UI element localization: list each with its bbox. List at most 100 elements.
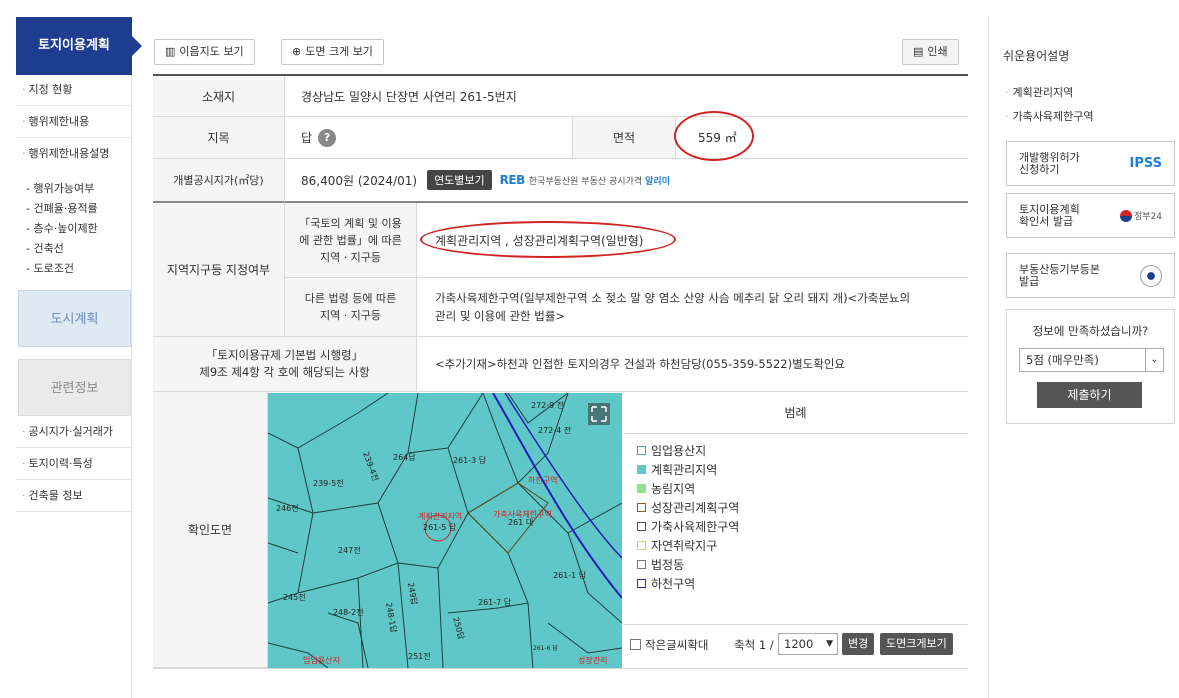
legend-swatch	[637, 464, 646, 474]
eum-map-button[interactable]: ▥ 이음지도 보기	[154, 39, 255, 65]
map-label-5: 261-3 답	[453, 455, 487, 465]
decree-value: <추가기재>하천과 인접한 토지의경우 건설과 하천담당(055-359-552…	[417, 337, 968, 392]
area-highlight-circle	[674, 111, 754, 161]
map-label-3: 239-4전	[361, 450, 381, 482]
map-label-1: 272-9 전	[531, 400, 564, 410]
legend-title: 범례	[623, 393, 968, 434]
map-label-9: 261-5 답	[423, 522, 457, 532]
right-sidebar: 쉬운용어설명 · 계획관리지역 · 가축사육제한구역 개발행위허가 신청하기 IPSS…	[988, 17, 1179, 698]
map-label-11: 261 대	[508, 518, 533, 527]
map-label-15: 248-2전	[333, 607, 364, 617]
legend-item-dong: 법정동	[637, 555, 684, 573]
help-icon[interactable]: ?	[318, 128, 337, 147]
map-label-20: 251전	[408, 651, 431, 661]
sidebar-sub-building-line[interactable]: - 건축선	[26, 239, 64, 259]
price-cell: 86,400원 (2024/01) 연도별보기 REB 한국부동산원 부동산 공…	[285, 159, 968, 203]
zoom-map-button[interactable]: ⊕ 도면 크게 보기	[281, 39, 384, 65]
legend-item-agri: 농림지역	[637, 479, 695, 497]
sidebar-item-history[interactable]: · 토지이력·특성	[16, 449, 132, 480]
sidebar-item-status[interactable]: · 지정 현황	[16, 75, 132, 106]
legend-item-village: 자연취락지구	[637, 536, 717, 554]
legend-item-livestock: 가축사육제한구역	[637, 517, 739, 535]
sidebar-item-building[interactable]: · 건축물 정보	[16, 481, 132, 512]
print-button[interactable]: ▤ 인쇄	[902, 39, 959, 65]
legend-swatch	[637, 502, 646, 512]
map-label-17: 249답	[406, 582, 420, 607]
zone-highlight-circle	[420, 221, 676, 258]
printer-icon: ▤	[913, 45, 924, 58]
sidebar-item-restrictions[interactable]: · 행위제한내용	[16, 107, 132, 138]
chevron-down-icon: ▼	[826, 639, 833, 649]
satisfaction-survey: 정보에 만족하셨습니까? 5점 (매우만족) ⌄ 제출하기	[1006, 309, 1175, 424]
registry-button[interactable]: 부동산등기부등본 발급	[1006, 253, 1175, 298]
sidebar-city-plan[interactable]: 도시계획	[18, 290, 131, 347]
land-plan-cert-button[interactable]: 토지이용계획 확인서 발급 정부24	[1006, 193, 1175, 238]
sidebar-title[interactable]: 토지이용계획	[16, 17, 142, 75]
left-sidebar: 토지이용계획 · 지정 현황 · 행위제한내용 · 행위제한내용설명 - 행위가능여부…	[16, 17, 142, 698]
sidebar-sub-coverage[interactable]: - 건폐율·용적률	[26, 199, 98, 219]
map-label-8: 계획관리지역	[418, 511, 462, 521]
map-label-14: 245전	[283, 592, 306, 602]
sidebar-sub-allowed[interactable]: - 행위가능여부	[26, 179, 94, 199]
map-label-19: 250답	[451, 616, 467, 641]
survey-submit-button[interactable]: 제출하기	[1037, 382, 1142, 408]
glossary-link-livestock[interactable]: · 가축사육제한구역	[1005, 108, 1093, 124]
change-scale-button[interactable]: 변경	[842, 633, 875, 655]
category-value: 답	[301, 131, 313, 145]
location-value: 경상남도 밀양시 단장면 사연리 261-5번지	[285, 76, 968, 117]
reb-logo: REB	[499, 173, 526, 187]
glossary-link-plan-mgmt[interactable]: · 계획관리지역	[1005, 84, 1073, 100]
map-label-23: 하천구역	[528, 475, 557, 485]
area-label: 면적	[572, 117, 676, 159]
category-label: 지목	[153, 117, 285, 159]
map-legend: 범례 임업용산지 계획관리지역 농림지역 성장관리계획구역 가축사육제한구역 자…	[623, 393, 968, 668]
legend-swatch	[637, 578, 646, 588]
map-label-4: 264답	[393, 452, 416, 462]
legend-item-growth: 성장관리계획구역	[637, 498, 739, 516]
legend-item-plan-mgmt: 계획관리지역	[637, 460, 717, 478]
price-label: 개별공시지가(㎡당)	[153, 159, 285, 203]
legend-swatch	[637, 540, 646, 550]
reb-link[interactable]: REB 한국부동산원 부동산 공시가격 알리미	[500, 173, 670, 187]
small-text-label: 작은글씨확대	[645, 638, 709, 652]
dev-permit-button[interactable]: 개발행위허가 신청하기 IPSS	[1006, 141, 1175, 186]
map-label-21: 임업용산지	[303, 655, 340, 665]
gov-emblem-icon	[1119, 209, 1132, 222]
sidebar-sub-road[interactable]: - 도로조건	[26, 259, 74, 279]
enlarge-map-button[interactable]: 도면크게보기	[880, 633, 953, 655]
category-cell: 답 ?	[285, 117, 572, 159]
year-view-button[interactable]: 연도별보기	[427, 170, 492, 190]
map-label-18: 261-7 답	[478, 597, 512, 607]
map-label-16: 248-1답	[384, 602, 399, 635]
chevron-down-icon: ⌄	[1145, 349, 1163, 371]
survey-select[interactable]: 5점 (매우만족) ⌄	[1019, 348, 1164, 372]
legend-swatch	[637, 483, 646, 493]
sidebar-item-price[interactable]: · 공시지가·실거래가	[16, 417, 132, 448]
sidebar-related-info[interactable]: 관련정보	[18, 359, 131, 416]
map-label: 확인도면	[153, 392, 268, 668]
other-law-label: 다른 법령 등에 따른 지역 · 지구등	[285, 278, 417, 337]
map-icon: ▥	[165, 45, 176, 58]
legend-swatch	[637, 521, 646, 531]
legend-swatch	[637, 559, 646, 569]
location-label: 소재지	[153, 76, 285, 117]
ipss-logo: IPSS	[1129, 156, 1162, 171]
scale-select[interactable]: 1200 ▼	[778, 633, 838, 655]
court-emblem-icon	[1140, 264, 1162, 287]
small-text-checkbox[interactable]	[630, 639, 641, 650]
national-law-label: 「국토의 계획 및 이용 에 관한 법률」에 따른 지역 · 지구등	[285, 203, 417, 278]
map-label-12: 247전	[338, 545, 361, 555]
scale-label: 축척 1 /	[734, 638, 774, 652]
survey-question: 정보에 만족하셨습니까?	[1032, 324, 1149, 338]
zoom-icon: ⊕	[292, 45, 302, 58]
legend-item-river: 하천구역	[637, 574, 695, 592]
land-map[interactable]: 272-9 전 272-4 전 239-4전 264답 261-3 답 239-…	[268, 393, 622, 668]
legend-item-forest: 임업용산지	[637, 441, 706, 459]
map-label-24: 성장관리	[578, 655, 607, 665]
price-value: 86,400원 (2024/01)	[301, 173, 418, 188]
map-label-2: 272-4 전	[538, 425, 571, 435]
sidebar-item-restrictions-desc[interactable]: · 행위제한내용설명	[16, 139, 132, 170]
sidebar-sub-height[interactable]: - 층수·높이제한	[26, 219, 98, 239]
map-canvas: 272-9 전 272-4 전 239-4전 264답 261-3 답 239-…	[268, 393, 622, 668]
map-controls: 작은글씨확대 축척 1 / 1200 ▼ 변경 도면크게보기	[623, 624, 968, 668]
